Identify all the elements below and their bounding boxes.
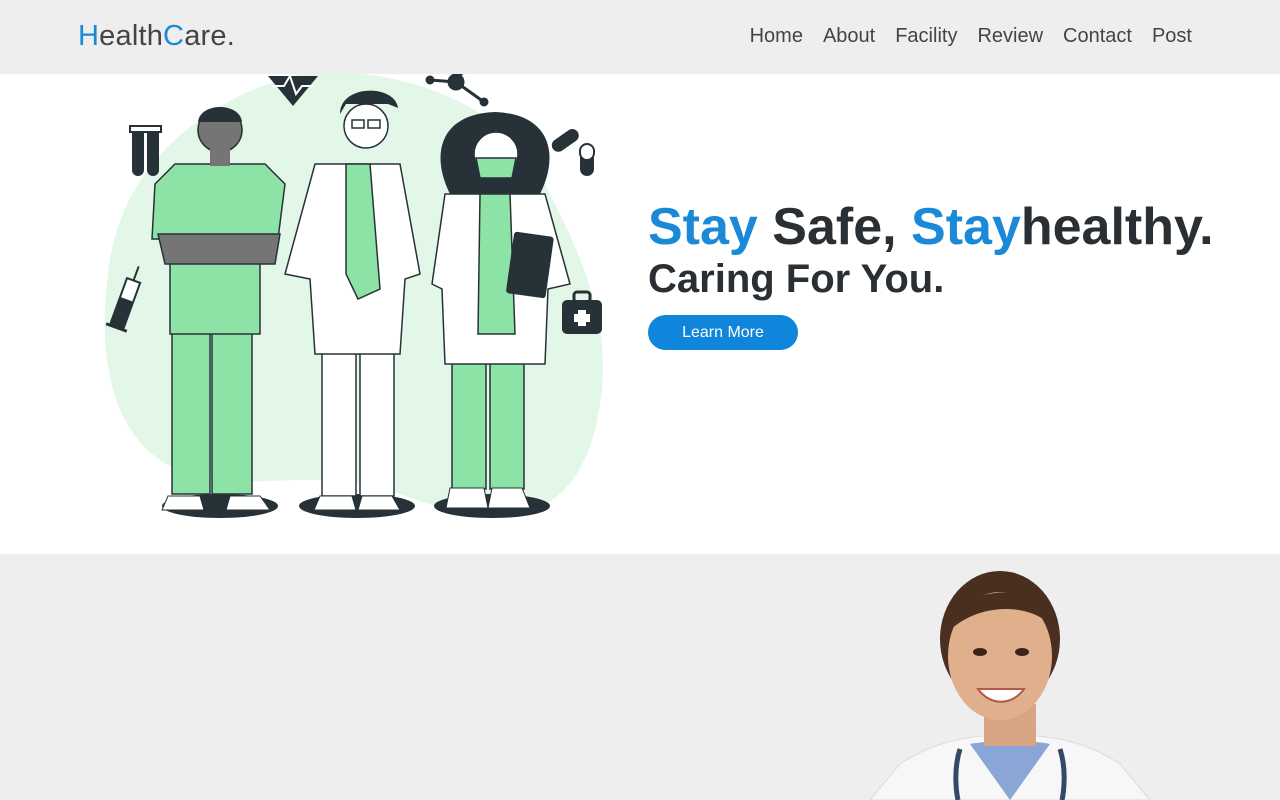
hero-section: Stay Safe, Stayhealthy. Caring For You. … (0, 74, 1280, 554)
about-section (0, 554, 1280, 800)
nav-contact[interactable]: Contact (1063, 25, 1132, 48)
nav-facility[interactable]: Facility (895, 25, 957, 48)
headline-stay-1: Stay (648, 198, 758, 256)
doctor-photo (869, 571, 1151, 800)
site-header: HealthCare. Home About Facility Review C… (0, 0, 1280, 74)
hero-subline: Caring For You. (648, 257, 945, 301)
logo-letter-c: C (163, 20, 185, 52)
hero-headline: Stay Safe, Stayhealthy. (648, 198, 1214, 256)
medical-team-illustration (104, 74, 603, 518)
logo-letter-h: H (78, 20, 100, 52)
hero-text: Stay Safe, Stayhealthy. Caring For You. … (648, 198, 1214, 350)
headline-stay-2: Stay (911, 198, 1021, 256)
nav-home[interactable]: Home (750, 25, 803, 48)
test-tubes-icon (129, 125, 162, 176)
main-nav: Home About Facility Review Contact Post (750, 25, 1192, 48)
headline-safe: Safe, (757, 198, 912, 256)
nav-post[interactable]: Post (1152, 25, 1192, 48)
logo[interactable]: HealthCare. (78, 20, 235, 53)
pills-icon (551, 129, 595, 176)
logo-text-are: are. (184, 20, 235, 52)
nav-review[interactable]: Review (977, 25, 1043, 48)
learn-more-button[interactable]: Learn More (648, 315, 798, 350)
nav-about[interactable]: About (823, 25, 875, 48)
logo-text-ealth: ealth (99, 20, 164, 52)
headline-healthy: healthy. (1020, 198, 1214, 256)
